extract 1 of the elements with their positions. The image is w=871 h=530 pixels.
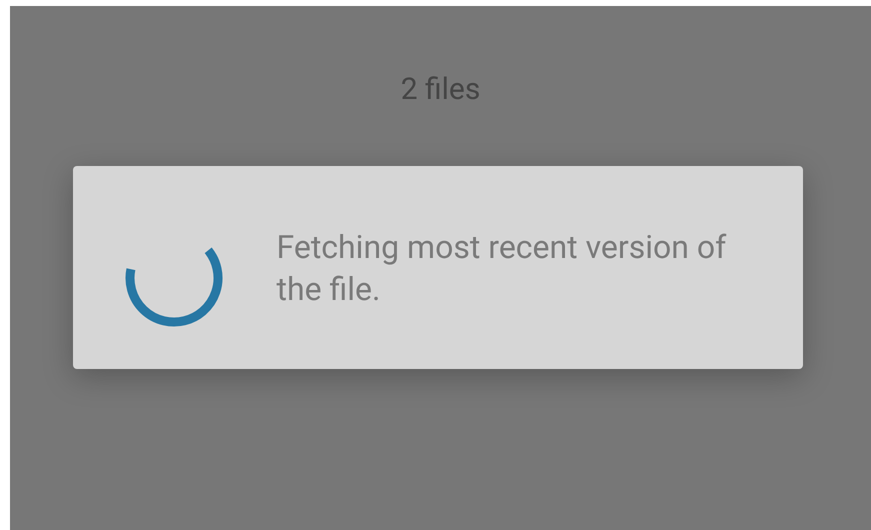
dialog-message: Fetching most recent version of the file.: [276, 226, 728, 310]
